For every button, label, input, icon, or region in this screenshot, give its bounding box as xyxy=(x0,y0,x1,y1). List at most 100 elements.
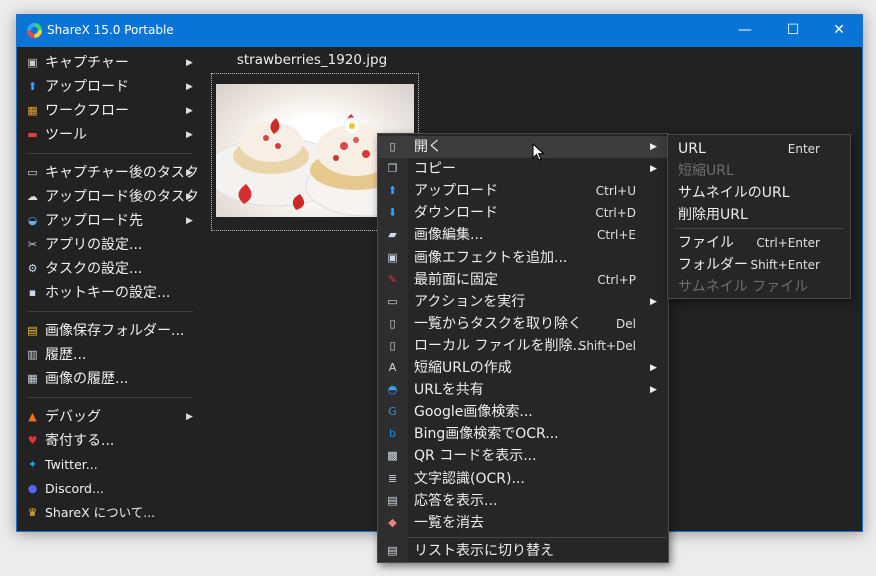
context-menu-item[interactable]: A 短縮URLの作成 ▶ xyxy=(378,357,668,379)
context-menu-item[interactable]: G Google画像検索... xyxy=(378,401,668,423)
submenu-item[interactable]: ファイル Ctrl+Enter xyxy=(668,232,850,254)
sidebar-item[interactable]: ▬ ツール ▶ xyxy=(21,123,199,147)
sidebar-item-label: ホットキーの設定... xyxy=(45,285,171,301)
menu-item-shortcut: Ctrl+P xyxy=(597,272,636,287)
submenu-item[interactable]: URL Enter xyxy=(668,138,850,160)
sidebar-item-label: デバッグ xyxy=(45,409,101,425)
workflow-icon: ▦ xyxy=(27,104,38,117)
context-menu-item[interactable]: ⬆ アップロード Ctrl+U xyxy=(378,180,668,202)
menu-item-label: リスト表示に切り替え xyxy=(414,542,554,559)
sidebar-item[interactable]: ♛ ShareX について... xyxy=(21,501,199,525)
menu-item-label: 開く xyxy=(414,139,442,155)
sidebar-item[interactable]: ▤ 画像保存フォルダー... xyxy=(21,319,199,343)
menu-item-shortcut: Ctrl+U xyxy=(595,184,636,199)
delete-file-icon: ▯ xyxy=(389,338,396,352)
menu-item-label: Bing画像検索でOCR... xyxy=(414,426,559,443)
sidebar-item[interactable]: ▦ ワークフロー ▶ xyxy=(21,99,199,123)
submenu-item-shortcut: Shift+Enter xyxy=(750,258,820,272)
submenu-arrow-icon: ▶ xyxy=(650,385,657,396)
menu-item-shortcut: Shift+Del xyxy=(578,338,636,353)
submenu-item-shortcut: Ctrl+Enter xyxy=(756,236,820,250)
context-menu-item[interactable]: ▣ 画像エフェクトを追加... xyxy=(378,247,668,269)
sidebar-item[interactable]: ▪ ホットキーの設定... xyxy=(21,281,199,305)
sidebar-item[interactable]: ▭ キャプチャー後のタスク ▶ xyxy=(21,161,199,185)
menu-item-label: URLを共有 xyxy=(414,382,484,399)
sidebar-item[interactable]: ◒ アップロード先 ▶ xyxy=(21,209,199,233)
sidebar-item[interactable]: ⚙ タスクの設定... xyxy=(21,257,199,281)
sidebar-item-label: 履歴... xyxy=(45,347,87,363)
submenu-arrow-icon: ▶ xyxy=(650,164,657,175)
submenu-arrow-icon: ▶ xyxy=(186,412,193,422)
menu-item-shortcut: Ctrl+D xyxy=(595,206,636,221)
minimize-button[interactable]: — xyxy=(722,15,768,47)
context-menu-item[interactable]: ▰ 画像編集... Ctrl+E xyxy=(378,224,668,246)
mouse-cursor-icon xyxy=(532,143,545,161)
sidebar-item-label: ShareX について... xyxy=(45,505,156,520)
capture-icon: ▣ xyxy=(27,56,38,69)
sidebar-item[interactable]: ♥ 寄付する... xyxy=(21,429,199,453)
context-menu-item[interactable]: ▭ アクションを実行 ▶ xyxy=(378,291,668,313)
context-menu-item[interactable]: ▤ 応答を表示... xyxy=(378,490,668,512)
upload-icon: ⬆ xyxy=(27,80,38,93)
sidebar-item-label: Twitter... xyxy=(45,457,98,472)
menu-item-label: 一覧からタスクを取り除く xyxy=(414,315,582,332)
context-menu-item[interactable]: ≣ 文字認識(OCR)... xyxy=(378,468,668,490)
ocr-icon: ≣ xyxy=(387,471,398,485)
maximize-button[interactable]: ☐ xyxy=(770,15,816,47)
pin-icon: ✎ xyxy=(387,272,398,286)
submenu-item-label: 短縮URL xyxy=(678,163,734,179)
close-button[interactable]: ✕ xyxy=(816,15,862,47)
action-icon: ▭ xyxy=(387,294,398,308)
sidebar-item-label: アップロード後のタスク xyxy=(45,189,199,205)
context-menu-item[interactable]: ✎ 最前面に固定 Ctrl+P xyxy=(378,269,668,291)
heart-icon: ♥ xyxy=(27,434,38,447)
sidebar-item[interactable]: ▥ 履歴... xyxy=(21,343,199,367)
eraser-icon: ◆ xyxy=(388,515,397,529)
context-menu-item[interactable]: ▯ ローカル ファイルを削除... Shift+Del xyxy=(378,335,668,357)
sharex-logo-icon xyxy=(27,23,42,38)
sidebar-separator xyxy=(27,397,193,398)
context-menu-item[interactable]: ▯ 一覧からタスクを取り除く Del xyxy=(378,313,668,335)
sidebar-item-label: ワークフロー xyxy=(45,103,129,119)
app-settings-icon: ✂ xyxy=(27,238,38,251)
open-submenu: URL Enter 短縮URL サムネイルのURL 削除用URL ファイル Ctrl+Ent… xyxy=(667,134,851,299)
submenu-arrow-icon: ▶ xyxy=(186,192,193,202)
menu-item-label: アップロード xyxy=(414,183,498,200)
sidebar-item[interactable]: ✦ Twitter... xyxy=(21,453,199,477)
download-icon: ⬇ xyxy=(387,206,398,220)
tools-icon: ▬ xyxy=(27,128,38,141)
submenu-item[interactable]: フォルダー Shift+Enter xyxy=(668,254,850,276)
context-menu-item[interactable]: ❐ コピー ▶ xyxy=(378,158,668,180)
submenu-arrow-icon: ▶ xyxy=(186,216,193,226)
submenu-item: サムネイル ファイル xyxy=(668,276,850,298)
sidebar-item[interactable]: ✂ アプリの設定... xyxy=(21,233,199,257)
switch-to-list-view-item[interactable]: ▤ リスト表示に切り替え xyxy=(378,540,668,562)
sidebar-item[interactable]: ▲ デバッグ ▶ xyxy=(21,405,199,429)
menu-item-label: Google画像検索... xyxy=(414,404,533,421)
context-menu-item[interactable]: ◆ 一覧を消去 xyxy=(378,512,668,534)
context-menu-item[interactable]: ▯ 開く ▶ xyxy=(378,136,668,158)
sidebar-item[interactable]: ▣ キャプチャー ▶ xyxy=(21,51,199,75)
sidebar-item[interactable]: ▦ 画像の履歴... xyxy=(21,367,199,391)
sidebar-item[interactable]: ⬆ アップロード ▶ xyxy=(21,75,199,99)
submenu-arrow-icon: ▶ xyxy=(650,142,657,152)
sidebar-item-label: アップロード先 xyxy=(45,213,143,229)
remove-task-icon: ▯ xyxy=(389,316,396,330)
twitter-icon: ✦ xyxy=(27,458,38,471)
sidebar-item[interactable]: ● Discord... xyxy=(21,477,199,501)
open-icon: ▯ xyxy=(389,140,396,153)
context-menu-item[interactable]: ▩ QR コードを表示... xyxy=(378,445,668,467)
submenu-item-shortcut: Enter xyxy=(787,142,820,156)
submenu-item[interactable]: 削除用URL xyxy=(668,204,850,226)
response-icon: ▤ xyxy=(387,493,398,507)
menu-item-label: 応答を表示... xyxy=(414,492,498,509)
context-menu-item[interactable]: b Bing画像検索でOCR... xyxy=(378,423,668,445)
history-icon: ▥ xyxy=(27,348,38,361)
submenu-item-label: フォルダー xyxy=(678,257,748,273)
context-menu-item[interactable]: ⬇ ダウンロード Ctrl+D xyxy=(378,202,668,224)
context-menu-item[interactable]: ◓ URLを共有 ▶ xyxy=(378,379,668,401)
menu-item-label: 文字認識(OCR)... xyxy=(414,470,525,487)
menu-item-label: 画像編集... xyxy=(414,227,484,244)
submenu-item[interactable]: サムネイルのURL xyxy=(668,182,850,204)
sidebar-item[interactable]: ☁ アップロード後のタスク ▶ xyxy=(21,185,199,209)
